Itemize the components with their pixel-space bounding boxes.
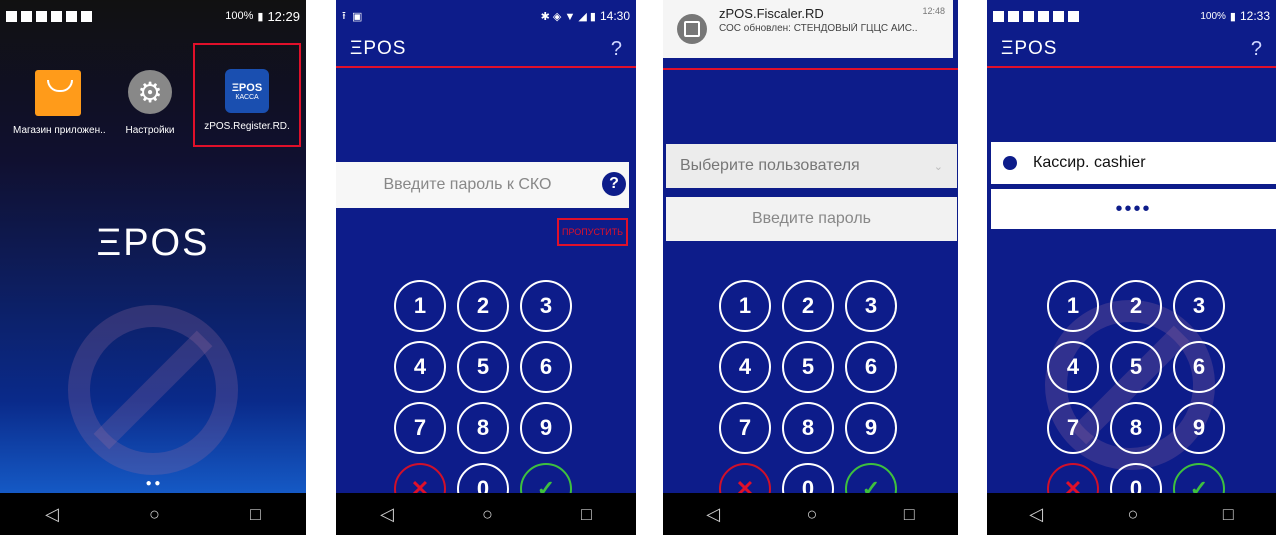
back-icon[interactable]: ◁ xyxy=(1029,504,1043,525)
key-9[interactable]: 9 xyxy=(520,402,572,454)
key-3[interactable]: 3 xyxy=(845,280,897,332)
key-6[interactable]: 6 xyxy=(845,341,897,393)
key-4[interactable]: 4 xyxy=(719,341,771,393)
nav-bar: ◁ ○ □ xyxy=(336,493,636,535)
notification-app-icon xyxy=(677,14,707,44)
key-2[interactable]: 2 xyxy=(457,280,509,332)
recent-apps-icon[interactable]: □ xyxy=(1223,504,1234,525)
key-5[interactable]: 5 xyxy=(1110,341,1162,393)
zpos-logo: ΞPOS xyxy=(350,38,407,59)
key-8[interactable]: 8 xyxy=(1110,402,1162,454)
back-icon[interactable]: ◁ xyxy=(45,504,59,525)
app-icon-store[interactable]: Магазин приложен.. xyxy=(13,70,106,136)
key-7[interactable]: 7 xyxy=(394,402,446,454)
key-3[interactable]: 3 xyxy=(1173,280,1225,332)
key-1[interactable]: 1 xyxy=(1047,280,1099,332)
numeric-keypad: 1 2 3 4 5 6 7 8 9 ✕ 0 ✓ xyxy=(394,280,576,515)
page-indicator: ● ● xyxy=(145,478,161,489)
key-2[interactable]: 2 xyxy=(782,280,834,332)
key-9[interactable]: 9 xyxy=(1173,402,1225,454)
key-3[interactable]: 3 xyxy=(520,280,572,332)
zpos-logo: ΞPOS xyxy=(1001,38,1058,59)
key-7[interactable]: 7 xyxy=(1047,402,1099,454)
nav-bar: ◁ ○ □ xyxy=(0,493,306,535)
key-6[interactable]: 6 xyxy=(520,341,572,393)
sko-password-input[interactable]: Введите пароль к СКО xyxy=(336,162,629,208)
key-4[interactable]: 4 xyxy=(394,341,446,393)
recent-apps-icon[interactable]: □ xyxy=(581,504,592,525)
back-icon[interactable]: ◁ xyxy=(706,504,720,525)
nav-bar: ◁ ○ □ xyxy=(663,493,958,535)
battery-percent: 100% xyxy=(225,10,254,22)
clock: 12:29 xyxy=(267,8,300,24)
notification-card[interactable]: zPOS.Fiscaler.RD 12:48 СОС обновлен: СТЕ… xyxy=(663,0,953,58)
phone-screen-launcher: 100% ▮ 12:29 Магазин приложен.. ⚙ Настро… xyxy=(0,0,306,535)
chevron-down-icon: ⌄ xyxy=(933,160,943,173)
home-icon[interactable]: ○ xyxy=(482,504,493,525)
key-8[interactable]: 8 xyxy=(457,402,509,454)
key-2[interactable]: 2 xyxy=(1110,280,1162,332)
user-icon xyxy=(1003,156,1017,170)
key-1[interactable]: 1 xyxy=(719,280,771,332)
home-icon[interactable]: ○ xyxy=(1128,504,1139,525)
help-icon[interactable]: ? xyxy=(611,38,622,61)
numeric-keypad: 1 2 3 4 5 6 7 8 9 ✕ 0 ✓ xyxy=(719,280,901,515)
key-8[interactable]: 8 xyxy=(782,402,834,454)
password-input[interactable]: •••• xyxy=(991,189,1276,229)
app-icon-settings[interactable]: ⚙ Настройки xyxy=(110,70,190,136)
key-4[interactable]: 4 xyxy=(1047,341,1099,393)
status-bar: 100% ▮ 12:29 xyxy=(0,0,306,32)
app-icon-zpos-register[interactable]: ΞPOS КАССА zPOS.Register.RD. xyxy=(193,43,301,147)
nav-bar: ◁ ○ □ xyxy=(987,493,1276,535)
zpos-kassa-icon: ΞPOS КАССА xyxy=(225,69,269,113)
battery-percent: 100% xyxy=(1200,10,1226,22)
key-9[interactable]: 9 xyxy=(845,402,897,454)
app-label: Настройки xyxy=(125,125,175,136)
app-label: zPOS.Register.RD. xyxy=(204,121,290,132)
skip-button[interactable]: ПРОПУСТИТЬ xyxy=(557,218,628,246)
settings-gear-icon: ⚙ xyxy=(128,70,172,114)
blocked-watermark-icon xyxy=(68,305,238,475)
key-5[interactable]: 5 xyxy=(457,341,509,393)
notification-time: 12:48 xyxy=(922,6,945,16)
app-bar: ΞPOS ? xyxy=(336,32,636,68)
battery-icon: ▮ xyxy=(257,10,264,23)
key-5[interactable]: 5 xyxy=(782,341,834,393)
status-bar: ⭱ ▣ ✱ ◈ ▼ ◢ ▮ 14:30 xyxy=(336,0,636,32)
home-icon[interactable]: ○ xyxy=(149,504,160,525)
signal-icons: ✱ ◈ ▼ ◢ ▮ xyxy=(540,10,596,23)
home-icon[interactable]: ○ xyxy=(807,504,818,525)
question-circle-icon[interactable]: ? xyxy=(602,172,626,196)
clock: 12:33 xyxy=(1239,9,1270,23)
upload-icon: ⭱ xyxy=(342,9,346,22)
clock: 14:30 xyxy=(599,9,630,23)
recent-apps-icon[interactable]: □ xyxy=(250,504,261,525)
zpos-logo: ΞPOS xyxy=(96,222,210,264)
notification-text: СОС обновлен: СТЕНДОВЫЙ ГЦЦС АИС.. xyxy=(719,23,918,34)
key-7[interactable]: 7 xyxy=(719,402,771,454)
image-icon: ▣ xyxy=(351,10,363,23)
back-icon[interactable]: ◁ xyxy=(380,504,394,525)
recent-apps-icon[interactable]: □ xyxy=(904,504,915,525)
user-select-dropdown[interactable]: Выберите пользователя ⌄ xyxy=(666,144,957,188)
key-6[interactable]: 6 xyxy=(1173,341,1225,393)
status-bar: 100% ▮ 12:33 xyxy=(987,0,1276,32)
help-icon[interactable]: ? xyxy=(1251,38,1262,61)
notification-title: zPOS.Fiscaler.RD xyxy=(719,6,824,21)
app-bar: ΞPOS ? xyxy=(987,32,1276,68)
app-bar-divider xyxy=(663,68,958,70)
phone-screen-user-select: zPOS.Fiscaler.RD 12:48 СОС обновлен: СТЕ… xyxy=(663,0,958,535)
battery-icon: ▮ xyxy=(1229,10,1236,23)
phone-screen-cashier-password: 100% ▮ 12:33 ΞPOS ? Кассир. cashier ••••… xyxy=(987,0,1276,535)
shopping-bag-icon xyxy=(35,70,81,116)
password-input[interactable]: Введите пароль xyxy=(666,197,957,241)
user-field[interactable]: Кассир. cashier xyxy=(991,142,1276,184)
key-1[interactable]: 1 xyxy=(394,280,446,332)
numeric-keypad: 1 2 3 4 5 6 7 8 9 ✕ 0 ✓ xyxy=(1047,280,1229,515)
app-label: Магазин приложен.. xyxy=(13,125,106,136)
phone-screen-sko-password: ⭱ ▣ ✱ ◈ ▼ ◢ ▮ 14:30 ΞPOS ? Введите парол… xyxy=(336,0,636,535)
